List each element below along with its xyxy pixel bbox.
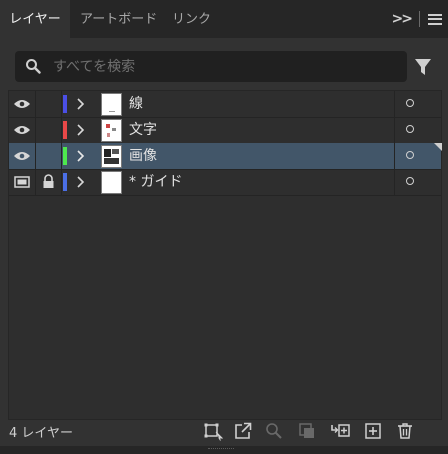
chevron-right-icon[interactable] [75, 97, 85, 111]
tab-layers[interactable]: レイヤー [0, 0, 70, 38]
chevron-right-icon[interactable] [75, 175, 85, 189]
layer-name[interactable]: 文字 [129, 117, 157, 143]
eye-icon [14, 100, 30, 108]
layer-color-bar [63, 121, 67, 139]
collect-for-export-icon[interactable] [203, 421, 223, 441]
target-column[interactable] [394, 91, 442, 117]
target-circle-icon[interactable] [406, 99, 414, 107]
layer-list: 線 文字 画像 * ガイド [8, 90, 442, 420]
target-column[interactable] [394, 143, 442, 169]
divider [419, 11, 420, 27]
chevron-right-icon[interactable] [75, 149, 85, 163]
create-new-layer-icon[interactable] [363, 421, 383, 441]
tab-artboards[interactable]: アートボード [80, 0, 157, 38]
panel-footer: 4 レイヤー [0, 418, 448, 444]
lock-toggle[interactable] [36, 169, 62, 195]
tab-bar: レイヤー アートボード リンク >> [0, 0, 448, 38]
layer-row-selected[interactable]: 画像 [9, 143, 442, 170]
export-selection-icon[interactable] [233, 421, 253, 441]
lock-toggle[interactable] [36, 143, 62, 169]
layer-name[interactable]: 画像 [129, 143, 157, 169]
lock-toggle[interactable] [36, 91, 62, 117]
make-clipping-mask-icon[interactable] [297, 421, 317, 441]
target-column[interactable] [394, 117, 442, 143]
layer-color-bar [63, 173, 67, 191]
target-circle-icon[interactable] [406, 177, 414, 185]
selection-indicator-icon [434, 143, 442, 151]
panel-overflow-icon[interactable]: >> [392, 11, 414, 27]
layer-color-bar [63, 147, 67, 165]
search-box [15, 51, 407, 82]
target-circle-icon[interactable] [406, 151, 414, 159]
visibility-toggle[interactable] [9, 143, 36, 169]
visibility-toggle[interactable] [9, 91, 36, 117]
lock-toggle[interactable] [36, 117, 62, 143]
layer-thumbnail [101, 171, 122, 194]
layer-row[interactable]: 文字 [9, 117, 441, 144]
layer-row[interactable]: 線 [9, 91, 441, 118]
layer-color-bar [63, 95, 67, 113]
resize-grip[interactable] [0, 446, 448, 454]
layer-thumbnail [101, 145, 122, 168]
layer-row[interactable]: * ガイド [9, 169, 441, 196]
filter-icon[interactable] [414, 57, 432, 77]
layers-panel: レイヤー アートボード リンク >> すべてを検索 線 文字 画像 * ガイド … [0, 0, 448, 454]
eye-icon [14, 126, 30, 134]
tab-links[interactable]: リンク [172, 0, 211, 38]
tabbar-controls: >> [392, 9, 442, 29]
search-input[interactable] [53, 51, 393, 82]
search-icon [26, 59, 41, 74]
visibility-toggle[interactable] [9, 117, 36, 143]
create-sublayer-icon[interactable] [330, 421, 350, 441]
eye-icon [14, 152, 30, 160]
layer-thumbnail [101, 119, 122, 142]
locate-object-icon[interactable] [264, 421, 284, 441]
grip-handle[interactable] [208, 448, 234, 452]
chevron-right-icon[interactable] [75, 123, 85, 137]
target-circle-icon[interactable] [406, 125, 414, 133]
delete-layer-icon[interactable] [395, 421, 415, 441]
layer-name[interactable]: 線 [129, 91, 143, 117]
lock-icon [43, 174, 54, 188]
panel-menu-icon[interactable] [428, 13, 442, 25]
template-visibility-icon [14, 176, 30, 188]
visibility-toggle[interactable] [9, 169, 36, 195]
layer-name[interactable]: * ガイド [129, 169, 182, 195]
layer-count: 4 レイヤー [9, 426, 74, 441]
layer-thumbnail [101, 93, 122, 116]
target-column[interactable] [394, 169, 442, 195]
